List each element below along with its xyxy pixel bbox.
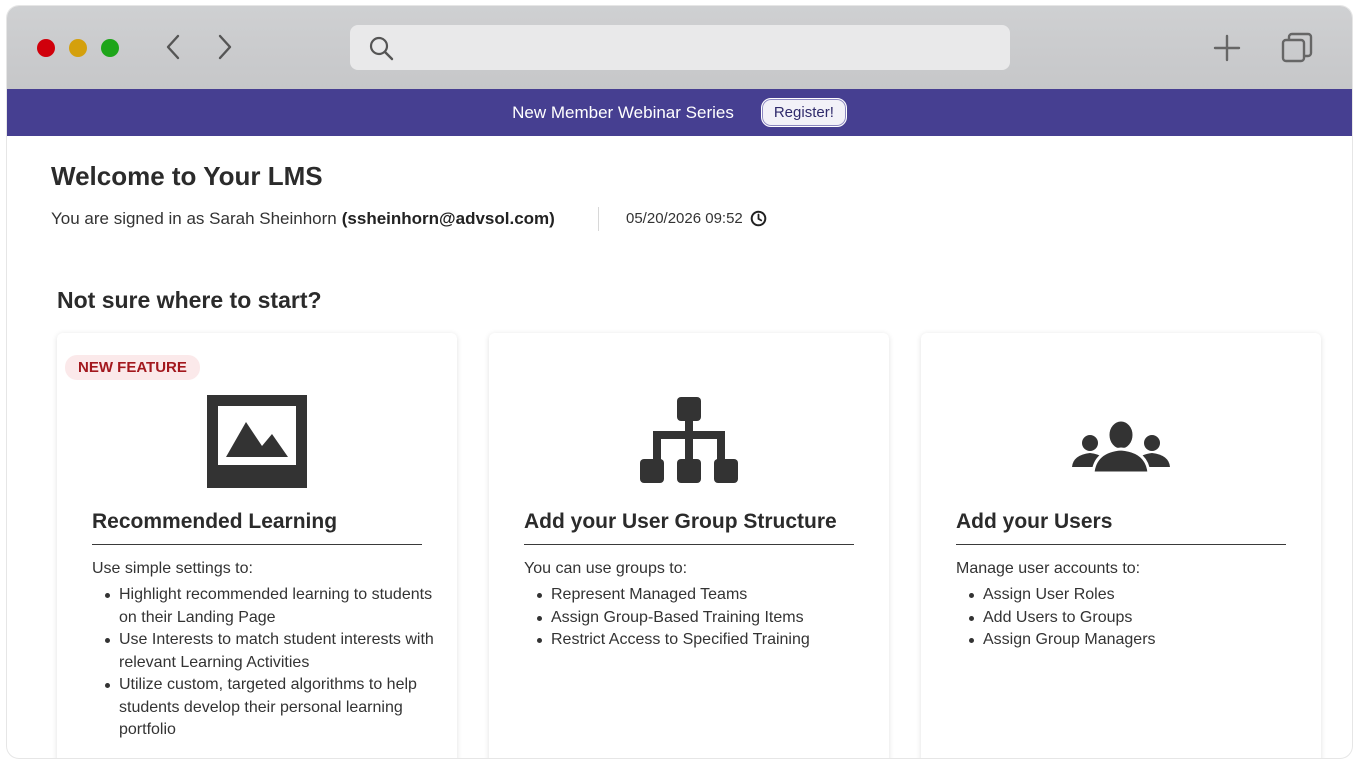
list-item: Utilize custom, targeted algorithms to h… [105,674,449,742]
page-title: Welcome to Your LMS [51,161,323,191]
chevron-left-icon [166,34,180,60]
signed-in-info: You are signed in as Sarah Sheinhorn (ss… [51,209,555,229]
card-intro: You can use groups to: [524,560,688,577]
minimize-window-button[interactable] [69,39,87,57]
card-list: Assign User Roles Add Users to Groups As… [956,584,1313,652]
datetime: 05/20/2026 09:52 [626,210,767,227]
back-button[interactable] [158,32,188,62]
card-title: Recommended Learning [92,510,422,545]
list-item: Assign Group-Based Training Items [537,607,881,630]
card-list: Represent Managed Teams Assign Group-Bas… [524,584,881,652]
search-icon [368,35,394,66]
register-button[interactable]: Register! [760,98,847,127]
list-item: Assign Group Managers [969,629,1313,652]
clock-icon [750,210,767,227]
card-user-group-structure[interactable]: Add your User Group Structure You can us… [489,333,889,758]
user-email: (ssheinhorn@advsol.com) [341,209,555,228]
section-title: Not sure where to start? [57,287,322,313]
plus-icon [1213,34,1241,62]
new-tab-button[interactable] [1212,33,1242,68]
image-icon [207,395,307,488]
hierarchy-icon [640,397,738,483]
signed-in-text: You are signed in as Sarah Sheinhorn [51,209,337,228]
forward-button[interactable] [210,32,240,62]
browser-window: New Member Webinar Series Register! Welc… [7,6,1352,758]
card-intro: Manage user accounts to: [956,560,1141,577]
list-item: Represent Managed Teams [537,584,881,607]
new-feature-badge: NEW FEATURE [65,355,200,380]
users-icon [1072,418,1170,475]
header-divider [598,207,599,231]
list-item: Use Interests to match student interests… [105,629,449,674]
maximize-window-button[interactable] [101,39,119,57]
card-title: Add your Users [956,510,1286,545]
card-title: Add your User Group Structure [524,510,854,545]
card-recommended-learning[interactable]: NEW FEATURE Recommended Learning Use sim… [57,333,457,758]
address-input[interactable] [406,33,1000,64]
announcement-banner: New Member Webinar Series Register! [7,89,1352,136]
list-item: Add Users to Groups [969,607,1313,630]
card-list: Highlight recommended learning to studen… [92,584,449,742]
datetime-text: 05/20/2026 09:52 [626,210,743,227]
card-add-users[interactable]: Add your Users Manage user accounts to: … [921,333,1321,758]
tabs-icon [1281,32,1313,63]
list-item: Restrict Access to Specified Training [537,629,881,652]
list-item: Highlight recommended learning to studen… [105,584,449,629]
browser-toolbar [7,6,1352,89]
card-intro: Use simple settings to: [92,560,253,577]
banner-text: New Member Webinar Series [512,102,734,122]
tabs-overview-button[interactable] [1280,31,1314,70]
close-window-button[interactable] [37,39,55,57]
address-bar[interactable] [350,25,1010,70]
list-item: Assign User Roles [969,584,1313,607]
chevron-right-icon [218,34,232,60]
